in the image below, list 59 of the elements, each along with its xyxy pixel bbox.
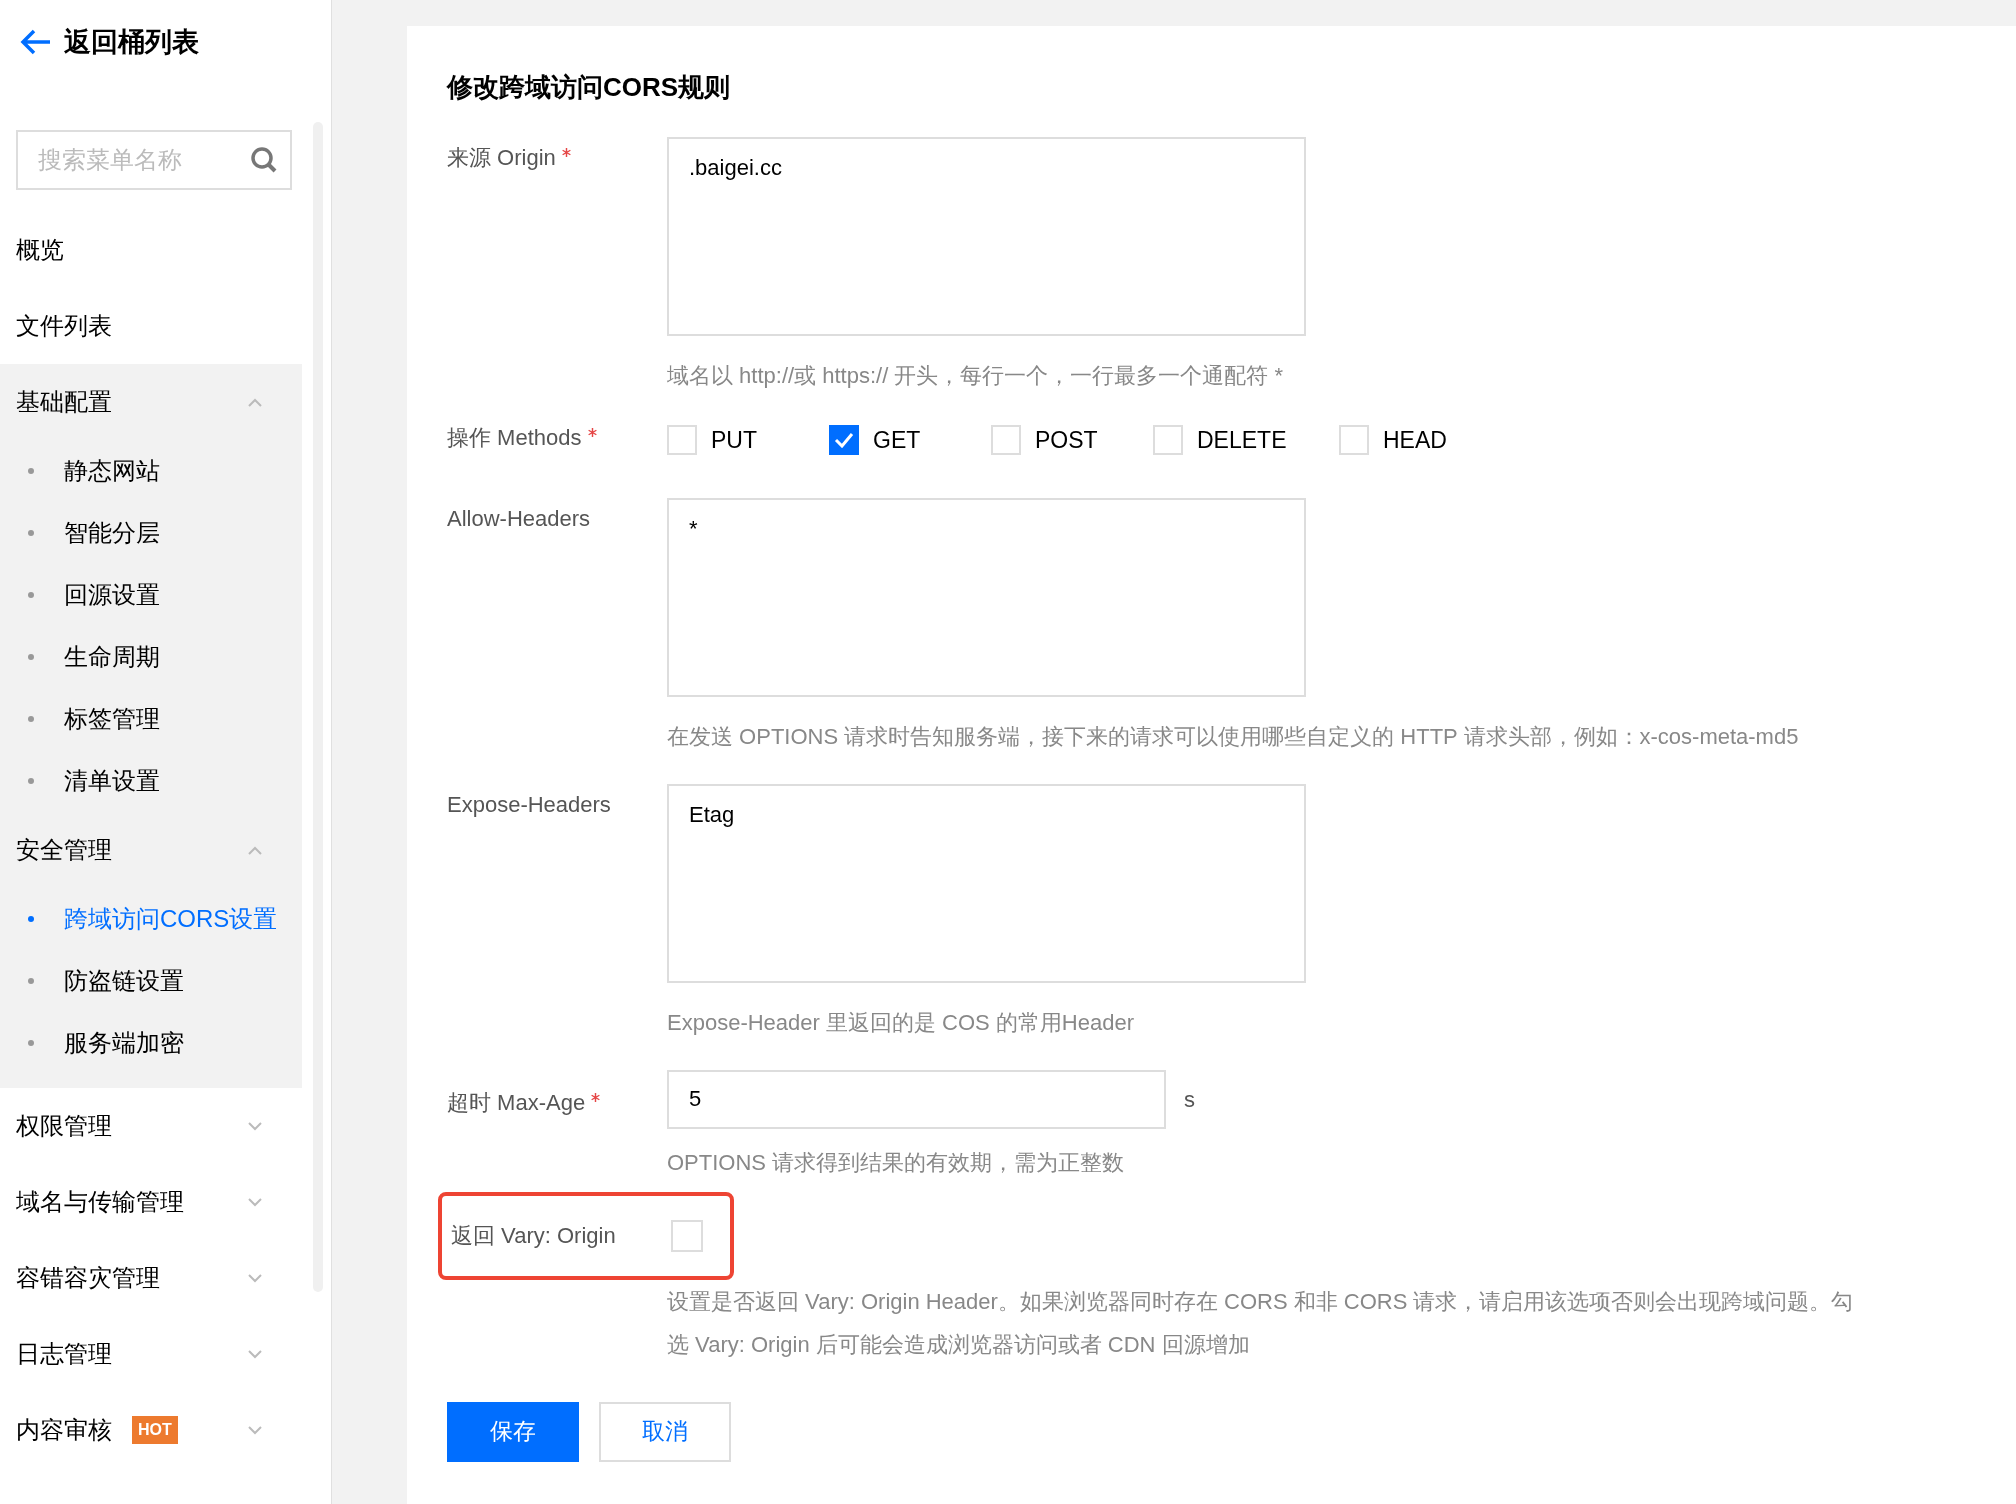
menu-group[interactable]: 安全管理 [0, 812, 302, 888]
menu-group[interactable]: 权限管理 [0, 1088, 302, 1164]
help-text: OPTIONS 请求得到结果的有效期，需为正整数 [667, 1148, 1126, 1177]
help-text: 域名以 http://或 https:// 开头，每行一个，一行最多一个通配符 * [667, 362, 1285, 390]
chevron-down-icon [248, 1349, 262, 1359]
menu-group[interactable]: 日志管理 [0, 1316, 302, 1392]
text-area[interactable]: * [667, 497, 1306, 697]
chevron-down-icon [248, 1273, 262, 1283]
field-label: 来源 Origin [447, 141, 571, 174]
menu-item[interactable]: 概览 [0, 212, 302, 288]
submenu-item[interactable]: 清单设置 [0, 750, 302, 812]
field-label: Allow-Headers [447, 504, 591, 533]
method-checkbox[interactable]: PUT [667, 423, 789, 458]
required-asterisk-icon [561, 148, 571, 157]
method-checkbox[interactable]: POST [991, 423, 1113, 458]
field-label: Expose-Headers [447, 790, 611, 819]
cancel-button[interactable]: 取消 [599, 1401, 731, 1462]
chevron-up-icon [248, 845, 262, 855]
submenu-item[interactable]: 回源设置 [0, 564, 302, 626]
submenu-item[interactable]: 跨域访问CORS设置 [0, 888, 302, 950]
chevron-down-icon [248, 1425, 262, 1435]
menu-group[interactable]: 基础配置 [0, 364, 302, 440]
vary-origin-checkbox[interactable] [671, 1219, 703, 1252]
menu-group[interactable]: 域名与传输管理 [0, 1164, 302, 1240]
unit-label: s [1184, 1085, 1195, 1114]
menu-group[interactable]: 内容审核 HOT [0, 1392, 302, 1468]
menu-group[interactable]: 容错容灾管理 [0, 1240, 302, 1316]
field-label: 操作 Methods [447, 420, 597, 454]
required-asterisk-icon [591, 1092, 601, 1102]
help-text: 设置是否返回 Vary: Origin Header。如果浏览器同时存在 CORS 和非 CORS 请求，请启用该选项否则会出现跨域问题。勾选 Vary: Origin 后可能会造成浏览器访问或者 CDN 回源增加 [667, 1287, 1855, 1359]
text-area[interactable]: Etag [667, 783, 1306, 983]
help-text: Expose-Header 里返回的是 COS 的常用Header [667, 1008, 1136, 1037]
required-asterisk-icon [587, 427, 597, 437]
method-checkbox[interactable]: GET [829, 423, 951, 458]
method-checkbox[interactable]: HEAD [1339, 423, 1461, 458]
form-title: 修改跨域访问CORS规则 [447, 71, 732, 104]
menu-item[interactable]: 文件列表 [0, 288, 302, 364]
field-label: 返回 Vary: Origin [451, 1222, 616, 1250]
max-age-field[interactable]: 5 [667, 1069, 1166, 1129]
submenu-item[interactable]: 服务端加密 [0, 1012, 302, 1074]
hot-badge: HOT [132, 1416, 178, 1444]
submenu-item[interactable]: 生命周期 [0, 626, 302, 688]
chevron-up-icon [248, 397, 262, 407]
submenu-item[interactable]: 智能分层 [0, 502, 302, 564]
check-icon [834, 432, 854, 449]
submenu-item[interactable]: 静态网站 [0, 440, 302, 502]
chevron-down-icon [248, 1197, 262, 1207]
text-area[interactable]: .baigei.cc [667, 137, 1306, 336]
search-icon[interactable] [250, 146, 278, 174]
method-checkbox[interactable]: DELETE [1153, 423, 1299, 458]
help-text: 在发送 OPTIONS 请求时告知服务端，接下来的请求可以使用哪些自定义的 HTTP 请求头部，例如：x-cos-meta-md5 [667, 722, 1800, 751]
chevron-down-icon [248, 1121, 262, 1131]
back-arrow-icon [20, 28, 52, 56]
submenu-item[interactable]: 防盗链设置 [0, 950, 302, 1012]
submenu-item[interactable]: 标签管理 [0, 688, 302, 750]
save-button[interactable]: 保存 [447, 1401, 579, 1462]
back-link[interactable]: 返回桶列表 [0, 0, 199, 84]
search-field[interactable]: 搜索菜单名称 [16, 130, 292, 190]
field-label: 超时 Max-Age [447, 1085, 601, 1119]
